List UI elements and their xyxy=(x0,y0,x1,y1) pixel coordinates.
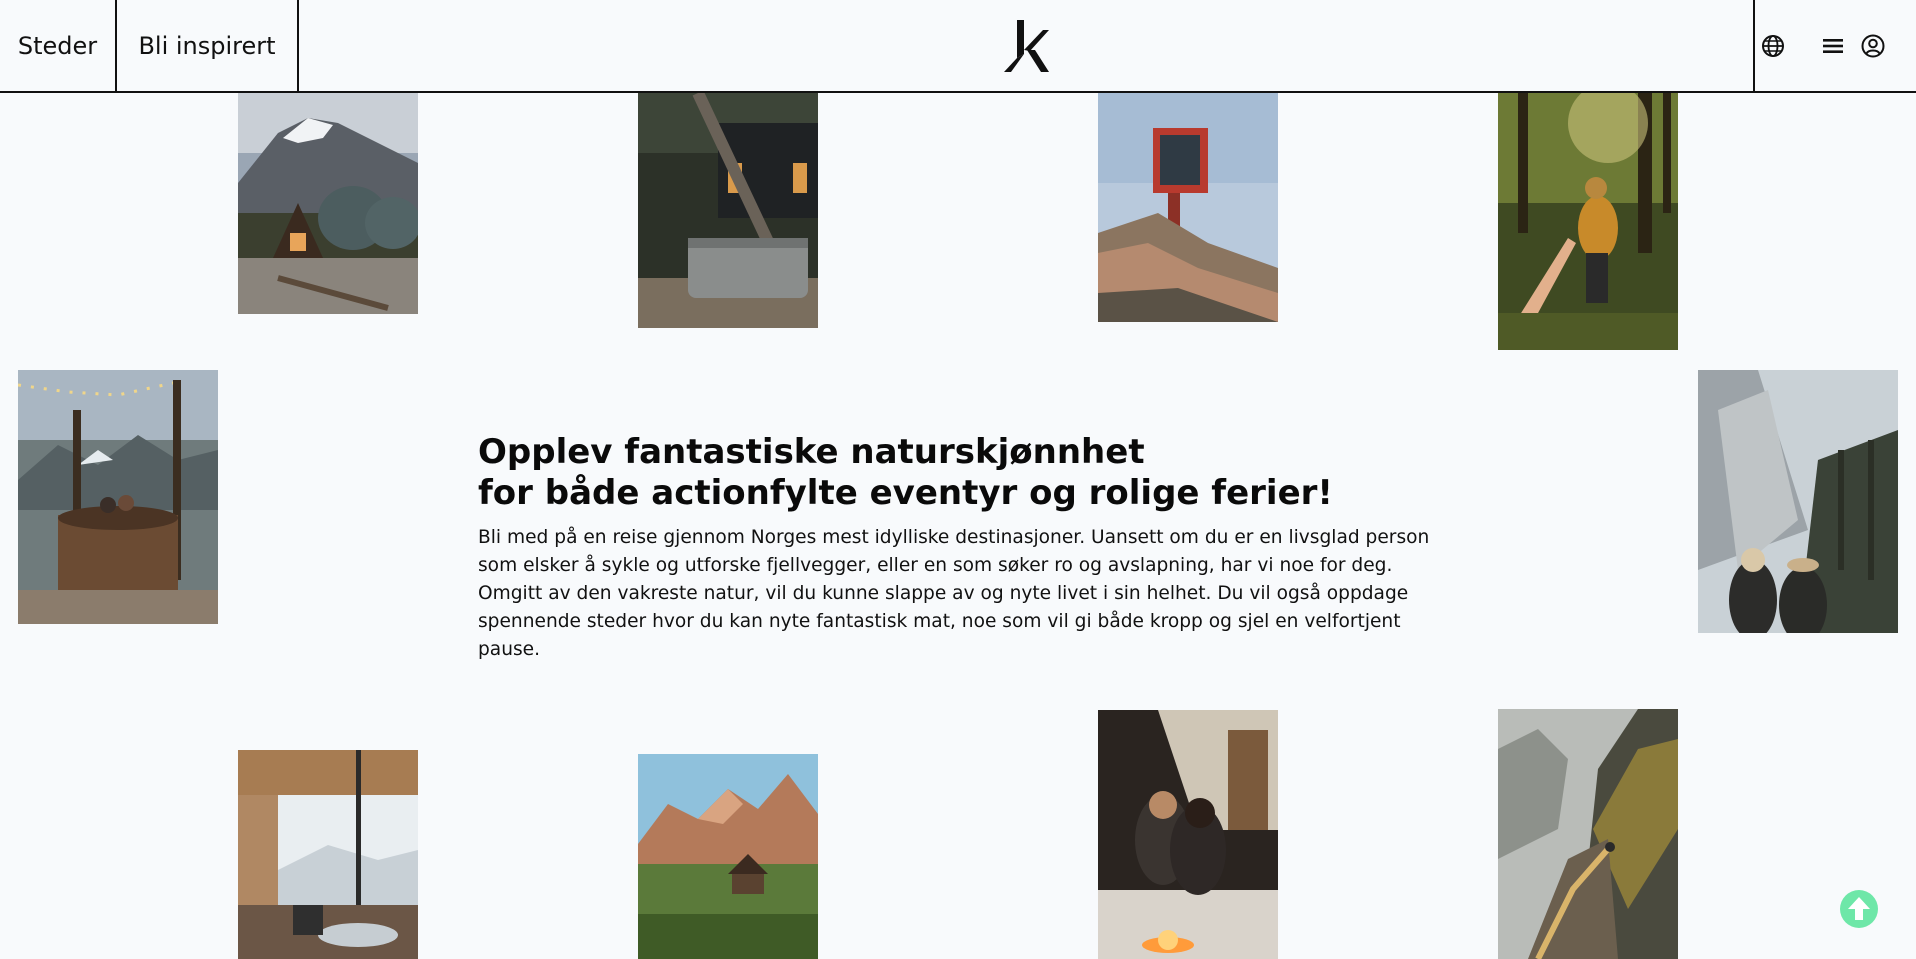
photo-hot-tub-lights[interactable] xyxy=(18,370,218,624)
intro-section: Opplev fantastiske naturskjønnhet for bå… xyxy=(478,432,1438,664)
nav-bli-inspirert-label: Bli inspirert xyxy=(138,31,276,60)
site-header: Steder Bli inspirert xyxy=(0,0,1916,93)
photo-hikers-valley[interactable] xyxy=(1698,370,1898,633)
photo-couple-campfire[interactable] xyxy=(1098,710,1278,959)
headline-line-1: Opplev fantastiske naturskjønnhet xyxy=(478,432,1145,472)
arrow-up-icon xyxy=(1848,897,1870,920)
headline-line-2: for både actionfylte eventyr og rolige f… xyxy=(478,473,1333,513)
photo-cabin-bathtub[interactable] xyxy=(638,93,818,328)
photo-cliff-path[interactable] xyxy=(1498,709,1678,959)
photo-cabin-interior[interactable] xyxy=(238,750,418,959)
nav-steder-label: Steder xyxy=(17,31,98,60)
user-circle-icon[interactable] xyxy=(1860,33,1886,59)
k-logo-icon xyxy=(1004,20,1049,72)
page-headline: Opplev fantastiske naturskjønnhet for bå… xyxy=(478,432,1438,514)
photo-mountain-domes[interactable] xyxy=(238,93,418,314)
menu-icon[interactable] xyxy=(1820,33,1846,59)
intro-paragraph: Bli med på en reise gjennom Norges mest … xyxy=(478,527,1430,660)
photo-red-glass-cabin[interactable] xyxy=(1098,93,1278,322)
photo-forest-hand[interactable] xyxy=(1498,93,1678,350)
photo-mountain-hut[interactable] xyxy=(638,754,818,959)
nav-bli-inspirert[interactable]: Bli inspirert xyxy=(117,0,299,91)
globe-icon[interactable] xyxy=(1760,33,1786,59)
scroll-to-top-button[interactable] xyxy=(1840,890,1878,928)
nav-steder[interactable]: Steder xyxy=(0,0,117,91)
logo[interactable] xyxy=(1003,20,1049,72)
